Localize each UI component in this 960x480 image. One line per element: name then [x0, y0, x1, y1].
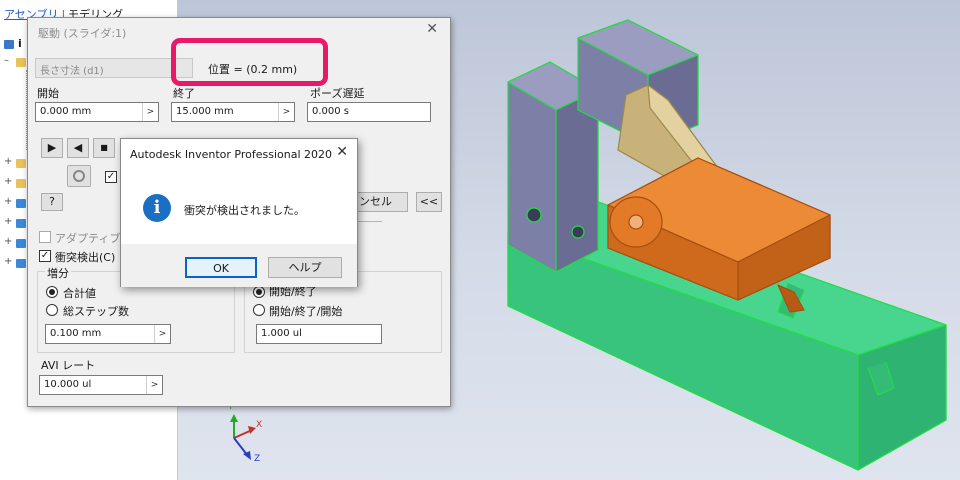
repeat-input[interactable]: 1.000 ul — [256, 324, 382, 344]
assembly-icon — [4, 40, 14, 49]
triad-z-label: Z — [254, 454, 261, 464]
dialog-title: 駆動 (スライダ:1) — [38, 27, 127, 40]
folder-icon — [16, 58, 26, 67]
expand-icon[interactable]: + — [4, 236, 12, 247]
option-checkbox[interactable]: ✓ — [105, 171, 117, 183]
triad-x-label: X — [256, 420, 263, 430]
end-label: 終了 — [173, 87, 195, 100]
expand-icon[interactable]: – — [4, 55, 9, 66]
dimension-select[interactable]: 長さ寸法 (d1) — [35, 58, 193, 78]
expand-icon[interactable]: + — [4, 176, 12, 187]
folder-icon — [16, 159, 26, 168]
collision-message: 衝突が検出されました。 — [184, 204, 305, 217]
expand-icon[interactable]: + — [4, 216, 12, 227]
chevron-right-icon[interactable]: > — [154, 325, 170, 343]
info-icon: i — [143, 194, 171, 222]
increment-group-label: 増分 — [45, 265, 71, 281]
expand-icon[interactable]: + — [4, 196, 12, 207]
root-label[interactable]: i — [18, 37, 22, 50]
expand-icon[interactable]: + — [4, 156, 12, 167]
part-icon — [16, 239, 26, 248]
mode-start-end-start-label: 開始/終了/開始 — [269, 305, 343, 318]
ok-button[interactable]: OK — [185, 257, 257, 278]
collision-label: 衝突検出(C) — [55, 251, 116, 264]
increment-input[interactable]: 0.100 mm > — [45, 324, 171, 344]
position-highlight-frame — [171, 38, 328, 86]
dialog-close-icon[interactable]: ✕ — [426, 21, 438, 37]
collision-checkbox[interactable]: ✓ — [39, 250, 51, 262]
start-label: 開始 — [37, 87, 59, 100]
triad-icon — [230, 414, 256, 460]
folder-icon — [16, 179, 26, 188]
help-button[interactable]: ヘルプ — [268, 257, 342, 278]
total-value-label: 合計値 — [63, 287, 96, 300]
stop-button[interactable]: ■ — [93, 138, 115, 158]
play-forward-button[interactable]: ▶ — [41, 138, 63, 158]
mode-start-end-start-radio[interactable] — [253, 304, 265, 316]
avi-rate-input[interactable]: 10.000 ul > — [39, 375, 163, 395]
part-icon — [16, 219, 26, 228]
part-icon — [16, 199, 26, 208]
avi-rate-label: AVI レート — [41, 359, 96, 372]
adaptive-checkbox[interactable] — [39, 231, 51, 243]
message-box-close-icon[interactable]: ✕ — [336, 144, 348, 160]
start-input[interactable]: 0.000 mm > — [35, 102, 159, 122]
end-input[interactable]: 15.000 mm > — [171, 102, 295, 122]
pause-label: ポーズ遅延 — [310, 87, 365, 100]
total-value-radio[interactable] — [46, 286, 58, 298]
message-box-footer: OK ヘルプ — [121, 244, 357, 287]
chevron-right-icon[interactable]: > — [278, 103, 294, 121]
record-button[interactable] — [67, 165, 91, 187]
total-steps-radio[interactable] — [46, 304, 58, 316]
total-steps-label: 総ステップ数 — [63, 305, 129, 318]
message-box-title: Autodesk Inventor Professional 2020 — [130, 148, 333, 161]
play-reverse-button[interactable]: ◀ — [67, 138, 89, 158]
expand-icon[interactable]: + — [4, 256, 12, 267]
chevron-right-icon[interactable]: > — [142, 103, 158, 121]
help-button[interactable]: ? — [41, 193, 63, 211]
collision-message-box: Autodesk Inventor Professional 2020 ✕ i … — [120, 138, 358, 287]
axis-triad: Y X Z — [218, 402, 278, 472]
chevron-right-icon[interactable]: > — [146, 376, 162, 394]
mode-start-end-radio[interactable] — [253, 286, 265, 298]
part-icon — [16, 259, 26, 268]
collapse-button[interactable]: << — [416, 192, 442, 212]
pause-input[interactable]: 0.000 s — [307, 102, 431, 122]
